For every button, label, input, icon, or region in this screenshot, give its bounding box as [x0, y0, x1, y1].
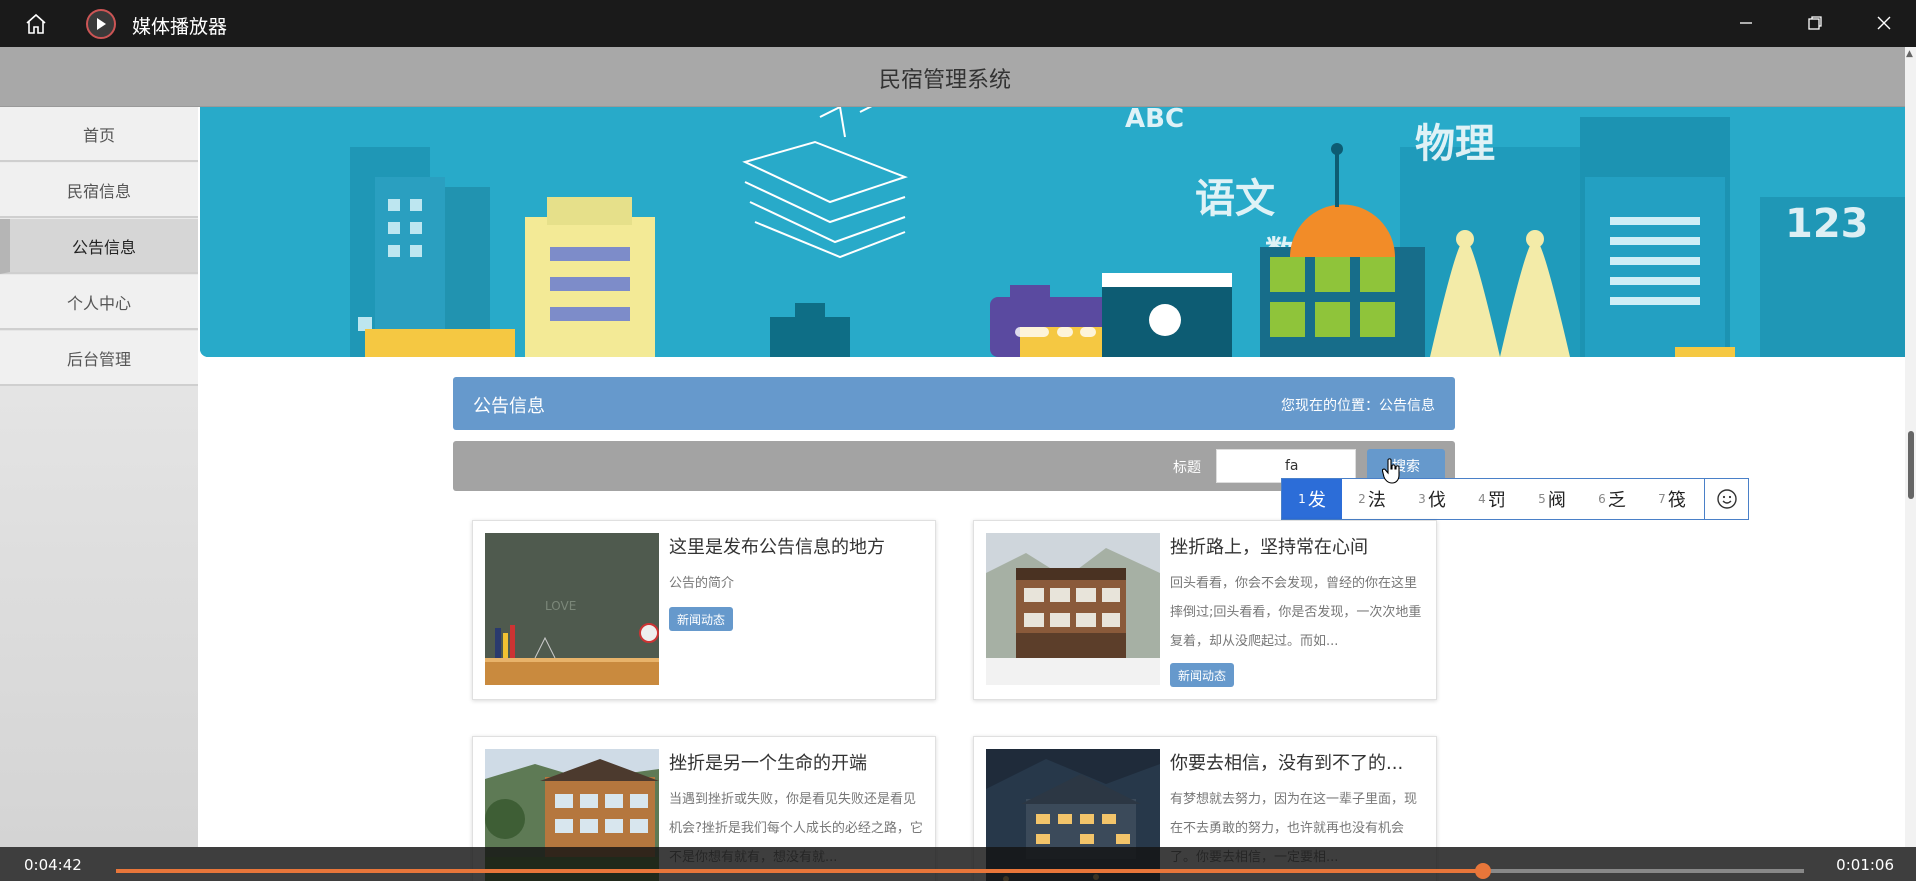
vertical-scrollbar[interactable]: ▲: [1905, 47, 1916, 847]
breadcrumb: 您现在的位置：公告信息: [1281, 398, 1435, 414]
sidebar-item-label: 公告信息: [71, 237, 136, 257]
sidebar-item-label: 个人中心: [66, 293, 131, 313]
announcement-card[interactable]: LOVE 这里是发布公告信息的地方 公告的简介 新闻动态: [472, 520, 936, 700]
card-title[interactable]: 这里是发布公告信息的地方: [669, 533, 924, 559]
news-tag[interactable]: 新闻动态: [1170, 663, 1235, 687]
news-tag[interactable]: 新闻动态: [669, 607, 734, 631]
sidebar-item-label: 民宿信息: [66, 181, 131, 201]
candidate-number: 3: [1418, 492, 1426, 506]
ime-candidate[interactable]: 7筏: [1642, 479, 1702, 519]
card-description: 回头看看，你会不会发现，曾经的你在这里摔倒过;回头看看，你是否发现，一次次地重复…: [1170, 576, 1422, 649]
media-player-bar: 0:04:42 0:01:06: [0, 847, 1916, 881]
emoji-icon[interactable]: [1704, 479, 1748, 519]
seek-progress: [116, 869, 1484, 873]
sidebar-item-announcements[interactable]: 公告信息: [0, 219, 198, 274]
candidate-number: 6: [1598, 492, 1606, 506]
search-label: 标题: [1173, 460, 1201, 476]
candidate-char: 伐: [1427, 490, 1446, 511]
seek-handle[interactable]: [1475, 863, 1492, 879]
svg-text:LOVE: LOVE: [545, 599, 576, 613]
sidebar-item-home[interactable]: 首页: [0, 107, 198, 162]
ime-candidate[interactable]: 3伐: [1402, 479, 1462, 519]
candidate-char: 筏: [1667, 490, 1686, 511]
card-title[interactable]: 挫折路上，坚持常在心间: [1170, 533, 1425, 559]
svg-text:物理: 物理: [1415, 121, 1495, 167]
window-title: 媒体播放器: [132, 16, 228, 38]
sidebar-item-admin[interactable]: 后台管理: [0, 331, 198, 386]
ime-candidate[interactable]: 6乏: [1582, 479, 1642, 519]
sidebar-item-homestay-info[interactable]: 民宿信息: [0, 163, 198, 218]
sidebar-item-label: 后台管理: [66, 349, 131, 369]
ime-candidate[interactable]: 4罚: [1462, 479, 1522, 519]
seek-bar[interactable]: [116, 863, 1804, 879]
elapsed-time: 0:04:42: [24, 856, 82, 874]
scrollbar-thumb[interactable]: [1908, 431, 1914, 499]
home-icon[interactable]: [18, 9, 54, 39]
svg-text:语文: 语文: [1195, 176, 1275, 222]
sidebar-item-label: 首页: [82, 125, 115, 145]
card-thumbnail[interactable]: LOVE: [485, 533, 659, 685]
candidate-number: 4: [1478, 492, 1486, 506]
ime-candidate-popup: 1发 2法 3伐 4罚 5阀 6乏 7筏: [1281, 478, 1749, 520]
card-title[interactable]: 你要去相信，没有到不了的...: [1170, 749, 1425, 775]
restore-button[interactable]: [1793, 6, 1837, 40]
media-player-logo-icon: [86, 9, 116, 39]
card-title[interactable]: 挫折是另一个生命的开端: [669, 749, 924, 775]
candidate-number: 5: [1538, 492, 1546, 506]
card-thumbnail[interactable]: [986, 533, 1160, 685]
card-description: 公告的简介: [669, 576, 735, 591]
ime-candidate[interactable]: 5阀: [1522, 479, 1582, 519]
candidate-char: 发: [1307, 490, 1326, 511]
candidate-number: 1: [1298, 492, 1306, 506]
announcement-card[interactable]: 挫折路上，坚持常在心间 回头看看，你会不会发现，曾经的你在这里摔倒过;回头看看，…: [973, 520, 1437, 700]
candidate-number: 7: [1658, 492, 1666, 506]
candidate-number: 2: [1358, 492, 1366, 506]
banner-image: ABC 物理 语文 数 123: [200, 107, 1905, 357]
close-button[interactable]: [1862, 6, 1906, 40]
hand-cursor-icon: [1381, 458, 1402, 488]
minimize-button[interactable]: [1724, 6, 1768, 40]
candidate-char: 法: [1367, 490, 1386, 511]
remaining-time: 0:01:06: [1836, 856, 1894, 874]
sidebar-item-personal-center[interactable]: 个人中心: [0, 275, 198, 330]
section-header: 公告信息 您现在的位置：公告信息: [453, 377, 1455, 430]
candidate-char: 乏: [1607, 490, 1626, 511]
app-header: 民宿管理系统: [0, 47, 1905, 107]
window-titlebar: 媒体播放器: [0, 0, 1916, 47]
candidate-char: 罚: [1487, 490, 1506, 511]
scroll-up-arrow-icon[interactable]: ▲: [1906, 49, 1913, 59]
sidebar: 首页 民宿信息 公告信息 个人中心 后台管理: [0, 107, 198, 847]
svg-text:ABC: ABC: [1125, 107, 1184, 134]
app-title: 民宿管理系统: [878, 68, 1011, 93]
candidate-char: 阀: [1547, 490, 1566, 511]
ime-candidate[interactable]: 1发: [1282, 479, 1342, 519]
section-title: 公告信息: [473, 396, 545, 417]
svg-text:123: 123: [1785, 201, 1869, 247]
